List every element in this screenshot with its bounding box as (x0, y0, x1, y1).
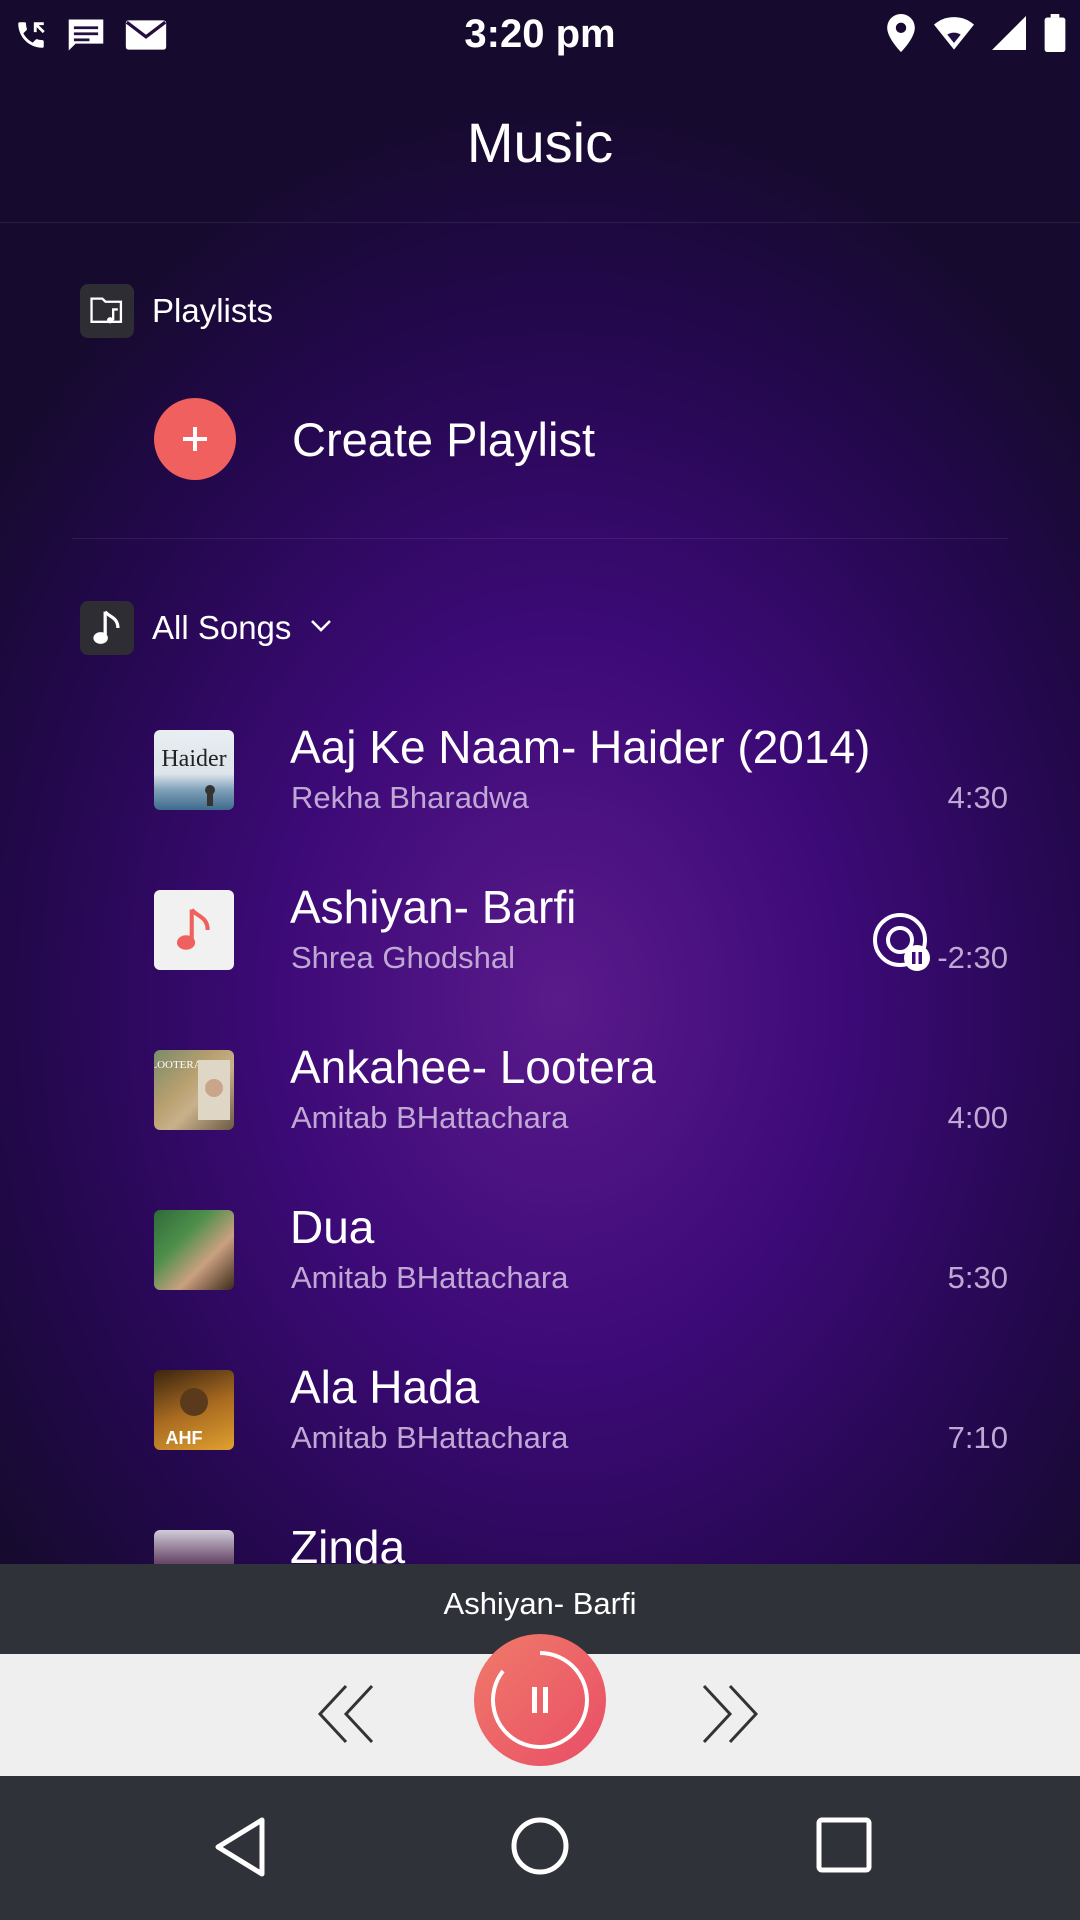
recents-button[interactable] (815, 1816, 873, 1879)
song-list: Haider Aaj Ke Naam- Haider (2014) Rekha … (0, 700, 1080, 1564)
album-art: AHF (154, 1370, 234, 1450)
playlists-header[interactable]: Playlists (80, 284, 273, 338)
song-artist: Amitab BHattachara (291, 1100, 569, 1135)
song-row[interactable]: Dua Amitab BHattachara 5:30 (0, 1180, 1080, 1310)
rewind-icon (317, 1684, 374, 1744)
svg-text:LOOTERA: LOOTERA (154, 1059, 202, 1071)
music-note-icon (176, 908, 210, 950)
battery-icon (1044, 14, 1066, 57)
song-title: Aaj Ke Naam- Haider (2014) (290, 721, 871, 773)
status-bar: 3:20 pm (0, 0, 1080, 72)
song-row[interactable]: Zinda (0, 1500, 1080, 1564)
song-artist: Amitab BHattachara (291, 1420, 569, 1455)
song-artist: Rekha Bharadwa (291, 780, 529, 815)
now-playing-disc-icon (870, 910, 934, 979)
song-duration: -2:30 (937, 940, 1008, 975)
song-duration: 7:10 (947, 1420, 1008, 1455)
recents-icon (816, 1817, 872, 1873)
now-playing-title: Ashiyan- Barfi (443, 1586, 637, 1621)
page-title: Music (466, 111, 614, 174)
home-icon (511, 1817, 569, 1875)
section-divider (72, 538, 1008, 539)
back-button[interactable] (212, 1816, 268, 1883)
home-button[interactable] (510, 1816, 570, 1881)
song-artist: Amitab BHattachara (291, 1260, 569, 1295)
svg-text:AHF: AHF (166, 1428, 203, 1448)
signal-icon (992, 16, 1026, 55)
album-art: Haider (154, 730, 234, 810)
song-title: Ala Hada (290, 1361, 480, 1413)
app-bar: Music (0, 72, 1080, 223)
song-title: Zinda (290, 1521, 406, 1564)
fast-forward-icon (702, 1684, 759, 1744)
create-playlist-button[interactable] (154, 398, 236, 480)
all-songs-label: All Songs (152, 609, 292, 646)
album-art (154, 1210, 234, 1290)
rewind-button[interactable] (316, 1682, 380, 1751)
song-duration: 4:30 (947, 780, 1008, 815)
navigation-bar (0, 1776, 1080, 1920)
location-icon (886, 14, 916, 57)
song-title: Dua (290, 1201, 375, 1253)
fast-forward-button[interactable] (696, 1682, 760, 1751)
playlists-label: Playlists (152, 292, 274, 329)
song-row[interactable]: Haider Aaj Ke Naam- Haider (2014) Rekha … (0, 700, 1080, 830)
song-duration: 5:30 (947, 1260, 1008, 1295)
create-playlist-row[interactable]: Create Playlist (154, 398, 595, 480)
song-row[interactable]: AHF Ala Hada Amitab BHattachara 7:10 (0, 1340, 1080, 1470)
pause-button[interactable] (474, 1634, 606, 1766)
music-note-icon (80, 601, 134, 655)
all-songs-dropdown[interactable]: All Songs (80, 601, 333, 655)
wifi-icon (934, 16, 974, 55)
create-playlist-label: Create Playlist (292, 412, 595, 466)
song-title: Ashiyan- Barfi (290, 881, 577, 933)
song-row-playing[interactable]: Ashiyan- Barfi Shrea Ghodshal -2:30 (0, 860, 1080, 990)
song-row[interactable]: LOOTERA Ankahee- Lootera Amitab BHattach… (0, 1020, 1080, 1150)
song-title: Ankahee- Lootera (290, 1041, 656, 1093)
svg-text:Haider: Haider (161, 746, 226, 772)
album-art (154, 1530, 234, 1564)
album-art (154, 890, 234, 970)
song-duration: 4:00 (947, 1100, 1008, 1135)
chevron-down-icon (309, 618, 333, 639)
back-icon (215, 1817, 265, 1877)
plus-icon (183, 427, 207, 451)
song-artist: Shrea Ghodshal (291, 940, 516, 975)
album-art: LOOTERA (154, 1050, 234, 1130)
pause-icon (491, 1651, 589, 1749)
playlist-folder-icon (80, 284, 134, 338)
